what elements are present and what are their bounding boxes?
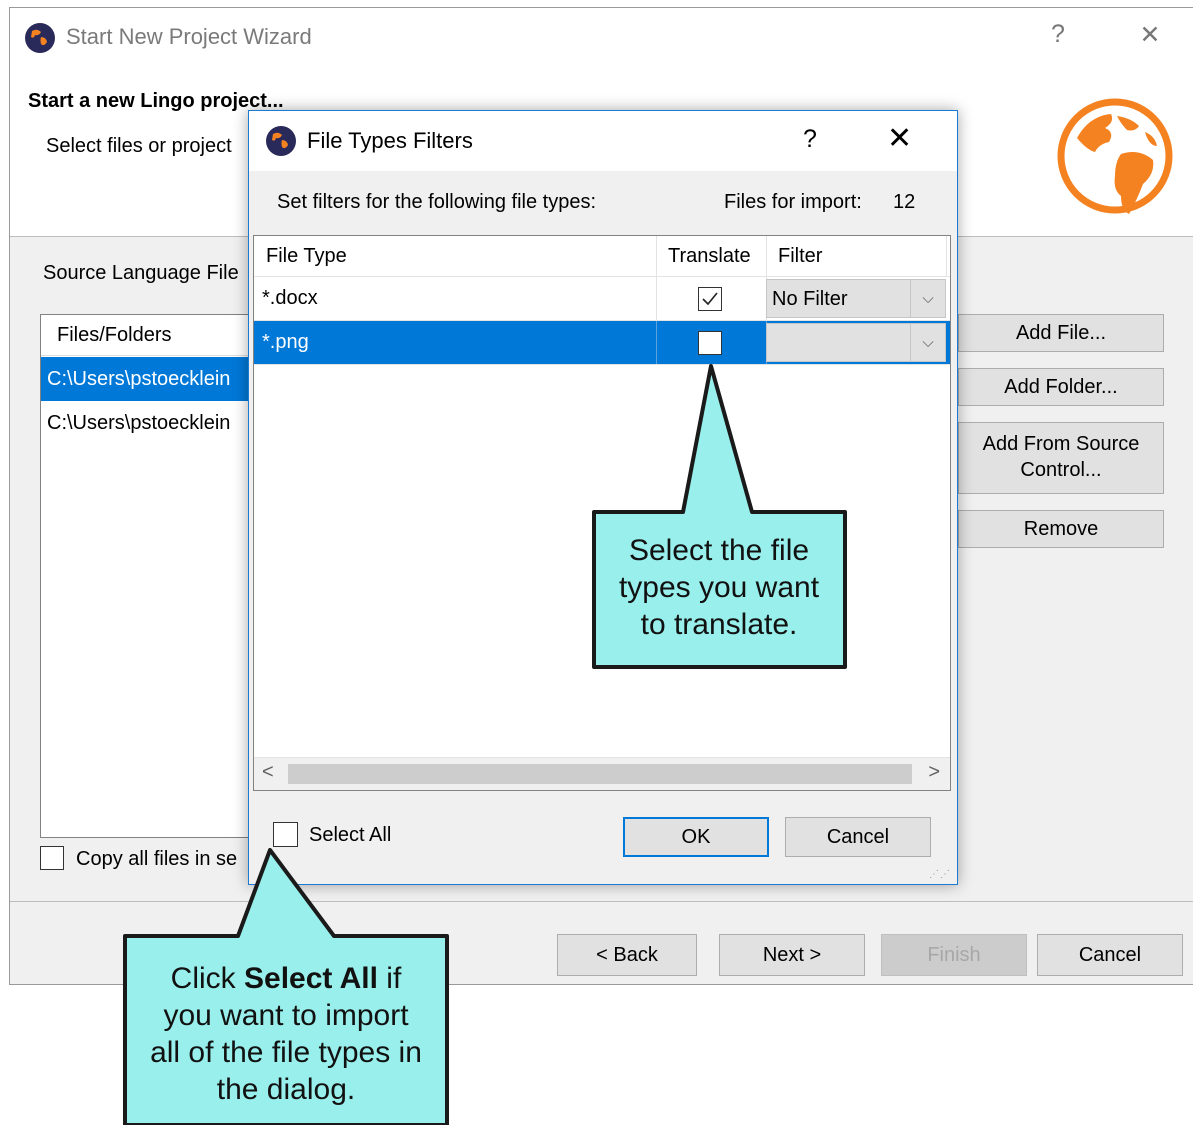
select-all-callout-text: Click Select All if you want to import a… <box>150 962 422 1106</box>
translate-callout-text: Select the file types you want to transl… <box>618 534 820 641</box>
